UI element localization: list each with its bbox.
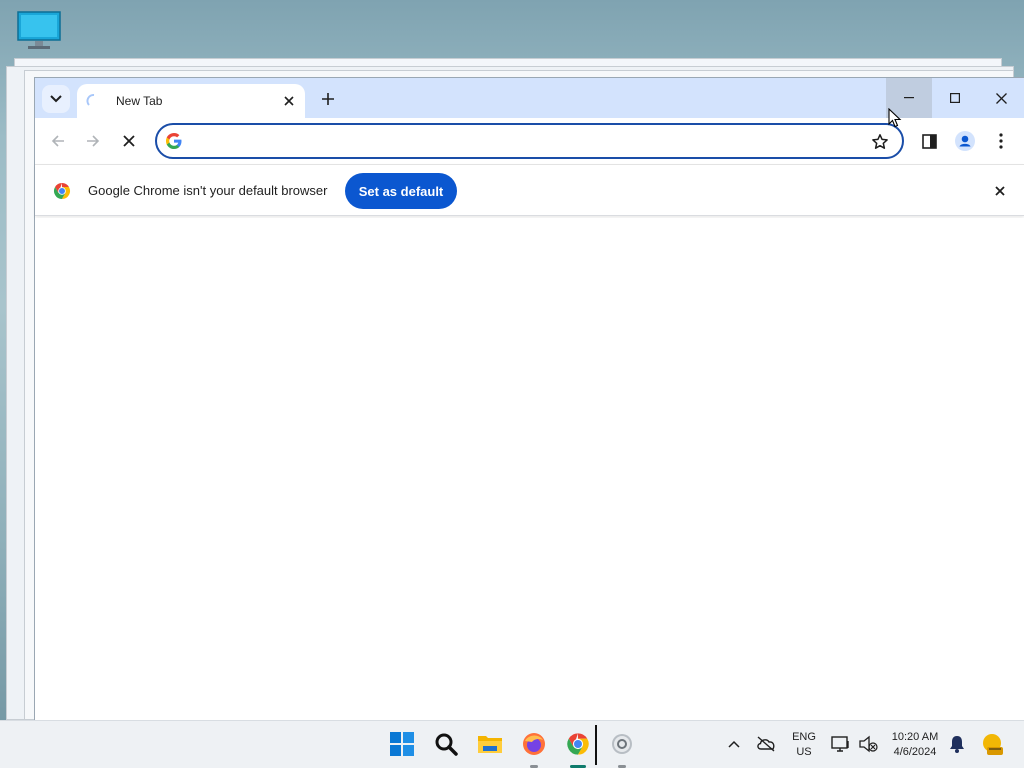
title-bar: New Tab (35, 78, 1024, 118)
chrome-window: New Tab Google Chrome isn't your default… (34, 77, 1024, 721)
tab-title: New Tab (116, 94, 163, 108)
page-content (35, 218, 1024, 721)
chrome-taskbar-icon[interactable] (565, 731, 591, 768)
side-panel-icon (921, 133, 937, 149)
browser-toolbar (35, 118, 1024, 164)
profile-button[interactable] (951, 127, 979, 155)
google-g-icon (166, 133, 182, 149)
keyboard-layout: US (796, 746, 812, 758)
arrow-left-icon (51, 135, 64, 147)
file-explorer-icon[interactable] (477, 731, 503, 757)
chevron-down-icon (50, 95, 62, 103)
language-indicator[interactable]: ENG US (788, 730, 820, 760)
avatar-icon (955, 131, 975, 151)
mouse-cursor-icon (888, 108, 902, 128)
tab-new-tab[interactable]: New Tab (77, 84, 305, 118)
volume-muted-icon[interactable] (855, 731, 881, 757)
maximize-icon (950, 93, 960, 103)
firefox-icon[interactable] (521, 731, 547, 768)
close-icon (995, 186, 1005, 196)
tab-search-button[interactable] (42, 85, 70, 113)
window-controls (886, 78, 1024, 118)
onedrive-offline-icon[interactable] (753, 731, 779, 757)
network-icon[interactable] (828, 731, 854, 757)
default-browser-infobar: Google Chrome isn't your default browser… (35, 164, 1024, 216)
close-infobar-button[interactable] (990, 181, 1010, 201)
new-tab-button[interactable] (315, 86, 341, 112)
close-window-button[interactable] (978, 78, 1024, 118)
close-icon (995, 92, 1007, 104)
menu-button[interactable] (987, 127, 1015, 155)
clock-time: 10:20 AM (891, 731, 939, 743)
bookmark-button[interactable] (868, 130, 892, 154)
loading-spinner-icon (86, 93, 102, 109)
clock[interactable]: 10:20 AM 4/6/2024 (884, 730, 946, 760)
stop-loading-button[interactable] (115, 127, 143, 155)
kebab-menu-icon (999, 133, 1003, 149)
clock-date: 4/6/2024 (893, 746, 937, 758)
infobar-message: Google Chrome isn't your default browser (88, 183, 328, 198)
address-input[interactable] (191, 130, 851, 152)
text-caret (595, 725, 597, 765)
search-icon[interactable] (433, 731, 459, 757)
windows-start-icon[interactable] (389, 731, 415, 757)
taskbar: ENG US 10:20 AM 4/6/2024 (0, 720, 1024, 768)
back-button[interactable] (44, 127, 72, 155)
maximize-button[interactable] (932, 78, 978, 118)
set-as-default-button[interactable]: Set as default (345, 173, 457, 209)
close-icon (123, 135, 135, 147)
minimize-icon (904, 97, 914, 99)
notification-bell-icon[interactable] (944, 731, 970, 757)
address-bar[interactable] (155, 123, 904, 159)
this-pc-desktop-icon[interactable] (16, 10, 62, 52)
forward-button[interactable] (79, 127, 107, 155)
arrow-right-icon (87, 135, 100, 147)
side-panel-button[interactable] (915, 127, 943, 155)
language-code: ENG (792, 731, 816, 743)
close-icon[interactable] (279, 91, 299, 111)
insider-preview-badge-icon[interactable] (979, 731, 1005, 757)
plus-icon (322, 93, 334, 105)
chevron-up-icon[interactable] (721, 731, 747, 757)
settings-gear-icon[interactable] (609, 731, 635, 768)
chrome-logo-icon (53, 183, 71, 199)
star-icon (872, 134, 888, 149)
